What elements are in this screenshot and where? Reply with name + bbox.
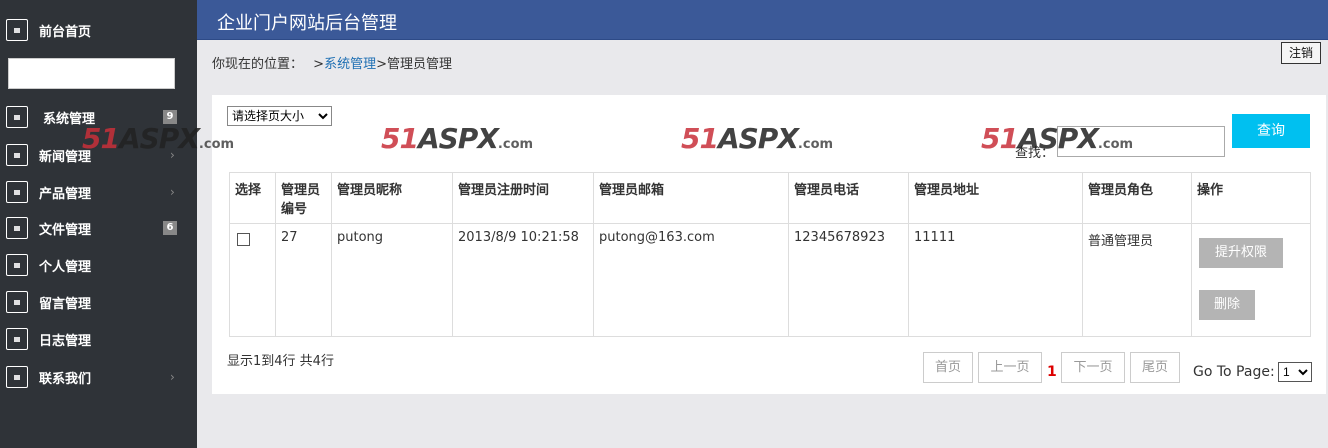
- sidebar-item-label: 个人管理: [39, 259, 92, 275]
- user-icon: [6, 366, 28, 388]
- column-header: 管理员角色: [1082, 172, 1192, 224]
- sidebar-item-label: 留言管理: [39, 296, 92, 312]
- sidebar-item-label: 产品管理: [39, 186, 92, 202]
- user-icon: [6, 181, 28, 203]
- sidebar-item-home[interactable]: 前台首页: [0, 15, 197, 45]
- row-checkbox[interactable]: [237, 233, 250, 246]
- email-cell: putong@163.com: [593, 223, 789, 337]
- admin-table: 选择 管理员编号 管理员昵称 管理员注册时间 管理员邮箱 管理员电话 管理员地址…: [229, 172, 1311, 337]
- sidebar-item-label: 联系我们: [39, 371, 92, 387]
- sidebar-item-files[interactable]: 文件管理 6: [0, 213, 197, 243]
- promote-button[interactable]: 提升权限: [1199, 238, 1283, 268]
- sidebar-item-messages[interactable]: 留言管理: [0, 287, 197, 317]
- sidebar-item-personal[interactable]: 个人管理: [0, 250, 197, 280]
- query-button[interactable]: 查询: [1232, 114, 1310, 148]
- column-header: 管理员编号: [275, 172, 332, 224]
- breadcrumb-separator: >: [376, 57, 387, 72]
- breadcrumb-link-system[interactable]: 系统管理: [324, 57, 376, 72]
- breadcrumb-separator: >: [313, 57, 325, 72]
- column-header: 管理员电话: [788, 172, 909, 224]
- column-header: 操作: [1191, 172, 1311, 224]
- sidebar-item-contact[interactable]: 联系我们 ›: [0, 362, 197, 392]
- header-bar: 企业门户网站后台管理: [197, 0, 1328, 40]
- user-icon: [6, 19, 28, 41]
- user-icon: [6, 254, 28, 276]
- time-cell: 2013/8/9 10:21:58: [452, 223, 594, 337]
- chevron-right-icon: ›: [170, 185, 175, 199]
- column-header: 管理员注册时间: [452, 172, 594, 224]
- breadcrumb-prefix: 你现在的位置：: [212, 57, 304, 72]
- user-icon: [6, 328, 28, 350]
- last-page-button[interactable]: 尾页: [1130, 352, 1180, 383]
- watermark-logo: 51ASPX.com: [981, 122, 1134, 155]
- nick-cell: putong: [331, 223, 453, 337]
- page-size-select[interactable]: 请选择页大小: [227, 106, 332, 126]
- sidebar: 前台首页 系统管理 9 新闻管理 › 产品管理 › 文件管理 6 个人管理 留言…: [0, 0, 197, 448]
- column-header: 选择: [229, 172, 276, 224]
- breadcrumb: 你现在的位置： >系统管理>管理员管理: [212, 53, 452, 72]
- role-cell: 普通管理员: [1082, 223, 1192, 337]
- table-row: 27 putong 2013/8/9 10:21:58 putong@163.c…: [229, 223, 1311, 337]
- pagination-info: 显示1到4行 共4行: [227, 354, 334, 369]
- sidebar-item-label: 日志管理: [39, 333, 92, 349]
- watermark-logo: 51ASPX.com: [381, 122, 534, 155]
- select-cell: [229, 223, 276, 337]
- watermark-logo: 51ASPX.com: [82, 122, 235, 155]
- first-page-button[interactable]: 首页: [923, 352, 973, 383]
- phone-cell: 12345678923: [788, 223, 909, 337]
- sidebar-item-products[interactable]: 产品管理 ›: [0, 177, 197, 207]
- page-title: 企业门户网站后台管理: [217, 13, 397, 34]
- user-icon: [6, 144, 28, 166]
- table-header-row: 选择 管理员编号 管理员昵称 管理员注册时间 管理员邮箱 管理员电话 管理员地址…: [229, 172, 1311, 224]
- breadcrumb-current: 管理员管理: [386, 57, 452, 72]
- prev-page-button[interactable]: 上一页: [978, 352, 1042, 383]
- sidebar-search-input[interactable]: [8, 58, 175, 89]
- sidebar-item-label: 文件管理: [39, 222, 92, 238]
- column-header: 管理员昵称: [331, 172, 453, 224]
- goto-page-select[interactable]: 1: [1278, 362, 1312, 382]
- column-header: 管理员邮箱: [593, 172, 789, 224]
- goto-page-label: Go To Page:: [1193, 364, 1275, 380]
- id-cell: 27: [275, 223, 332, 337]
- chevron-right-icon: ›: [170, 370, 175, 384]
- sidebar-item-label: 前台首页: [39, 24, 92, 40]
- actions-cell: 提升权限 删除: [1191, 223, 1311, 337]
- watermark-logo: 51ASPX.com: [681, 122, 834, 155]
- logout-button[interactable]: 注销: [1281, 42, 1321, 64]
- address-cell: 11111: [908, 223, 1083, 337]
- delete-button[interactable]: 删除: [1199, 290, 1255, 320]
- next-page-button[interactable]: 下一页: [1061, 352, 1125, 383]
- sidebar-item-logs[interactable]: 日志管理: [0, 324, 197, 354]
- user-icon: [6, 217, 28, 239]
- user-icon: [6, 291, 28, 313]
- user-icon: [6, 106, 28, 128]
- current-page: 1: [1047, 364, 1057, 380]
- column-header: 管理员地址: [908, 172, 1083, 224]
- count-badge: 6: [163, 221, 177, 235]
